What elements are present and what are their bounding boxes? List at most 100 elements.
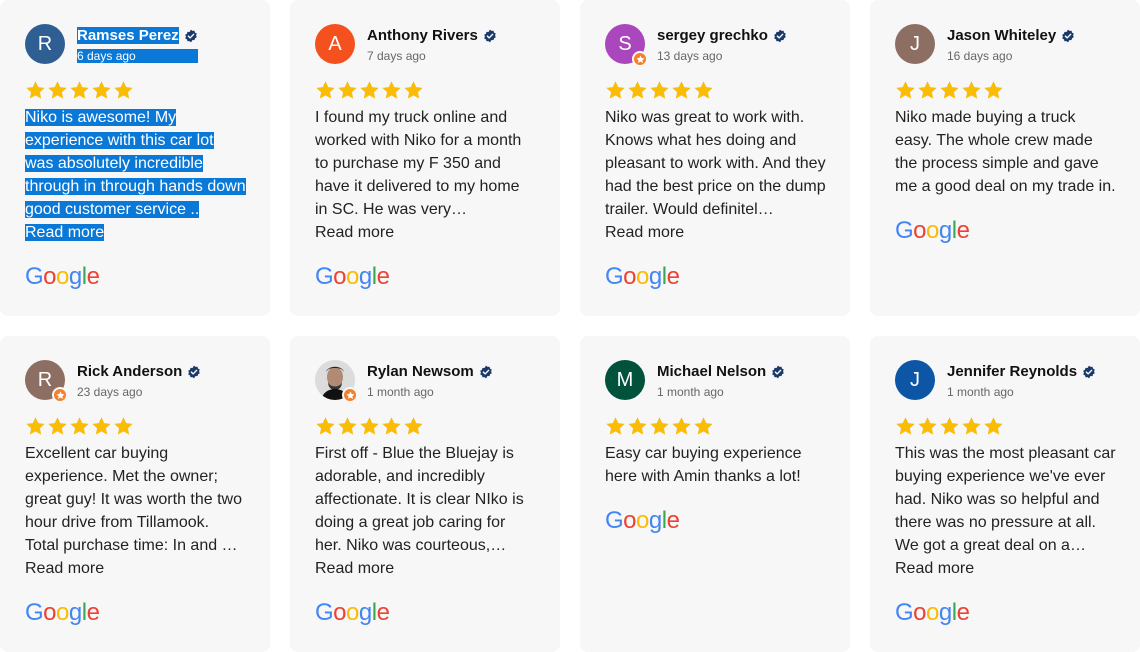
star-icon (896, 417, 915, 435)
verified-icon (774, 29, 786, 42)
avatar-initial: R (37, 368, 53, 391)
reviewer-meta: sergey grechko 13 days ago (657, 26, 787, 63)
star-icon (940, 81, 959, 99)
verified-icon (484, 29, 496, 42)
reviewer-name[interactable]: Jason Whiteley (947, 27, 1056, 44)
star-icon (360, 81, 379, 99)
star-icon (940, 417, 959, 435)
review-date: 1 month ago (947, 384, 1014, 399)
review-card-6: Rylan Newsom 1 month ago First off - Blu… (290, 336, 560, 652)
svg-text:Google: Google (605, 263, 680, 290)
read-more-link[interactable]: Read more (25, 557, 246, 580)
read-more-link[interactable]: Read more (605, 221, 826, 244)
reviewer-name[interactable]: Rylan Newsom (367, 363, 474, 380)
review-date: 7 days ago (367, 48, 426, 63)
review-text: Excellent car buying experience. Met the… (25, 445, 242, 554)
star-icon (606, 417, 625, 435)
google-logo: Google (895, 598, 1116, 628)
star-icon (360, 417, 379, 435)
review-body: First off - Blue the Bluejay is adorable… (315, 442, 536, 580)
star-rating (895, 416, 1116, 436)
avatar-initial: M (616, 368, 634, 391)
review-date: 13 days ago (657, 48, 723, 63)
star-icon (650, 81, 669, 99)
reviewer-avatar[interactable]: J (895, 360, 935, 400)
star-icon (48, 81, 67, 99)
reviewer-meta: Michael Nelson 1 month ago (657, 362, 785, 399)
review-text: Niko made buying a truck easy. The whole… (895, 109, 1116, 195)
review-body: Easy car buying experience here with Ami… (605, 442, 826, 488)
reviewer-name[interactable]: Jennifer Reynolds (947, 363, 1077, 380)
read-more-link[interactable]: Read more (895, 557, 1116, 580)
svg-text:Google: Google (25, 599, 100, 626)
name-row: Rick Anderson (77, 362, 201, 382)
google-logo-icon: Google (25, 263, 100, 290)
review-text: Niko is awesome! My experience with this… (25, 106, 246, 221)
read-more-link[interactable]: Read more (315, 221, 536, 244)
reviewer-name[interactable]: sergey grechko (657, 27, 768, 44)
star-icon (918, 81, 937, 99)
review-text: Easy car buying experience here with Ami… (605, 445, 802, 485)
review-card-7: M Michael Nelson 1 month ago Easy car bu… (580, 336, 850, 652)
star-icon (628, 81, 647, 99)
reviewer-meta: Jason Whiteley 16 days ago (947, 26, 1075, 63)
reviewer-avatar[interactable]: J (895, 24, 935, 64)
name-row: Ramses Perez (77, 26, 198, 46)
google-logo: Google (315, 598, 536, 628)
star-icon (672, 417, 691, 435)
star-icon (382, 417, 401, 435)
avatar-initial: J (910, 32, 920, 55)
google-logo-icon: Google (315, 599, 390, 626)
reviewer-name[interactable]: Michael Nelson (657, 363, 766, 380)
review-date: 1 month ago (657, 384, 724, 399)
google-logo-icon: Google (605, 507, 680, 534)
read-more-link[interactable]: Read more (315, 557, 536, 580)
reviewer-name[interactable]: Anthony Rivers (367, 27, 478, 44)
star-icon (338, 417, 357, 435)
star-icon (694, 417, 713, 435)
reviewer-avatar[interactable]: S (605, 24, 648, 67)
star-icon (984, 417, 1003, 435)
reviewer-meta: Rylan Newsom 1 month ago (367, 362, 493, 399)
review-card-1: R Ramses Perez 6 days ago Niko is awesom… (0, 0, 270, 316)
star-icon (92, 417, 111, 435)
star-icon (984, 81, 1003, 99)
review-date: 16 days ago (947, 48, 1013, 63)
reviewer-avatar[interactable]: A (315, 24, 355, 64)
star-rating (25, 80, 246, 100)
google-logo: Google (25, 598, 246, 628)
reviewer-name[interactable]: Ramses Perez (77, 27, 179, 44)
read-more-link[interactable]: Read more (25, 221, 246, 244)
review-header: A Anthony Rivers 7 days ago (315, 24, 536, 64)
reviewer-avatar[interactable]: M (605, 360, 645, 400)
name-row: Rylan Newsom (367, 362, 493, 382)
google-logo-icon: Google (895, 599, 970, 626)
reviewer-name[interactable]: Rick Anderson (77, 363, 182, 380)
star-icon (338, 81, 357, 99)
reviewer-avatar[interactable]: R (25, 360, 68, 403)
star-icon (26, 81, 45, 99)
svg-text:Google: Google (315, 263, 390, 290)
google-logo: Google (895, 216, 1116, 246)
svg-text:Google: Google (895, 217, 970, 244)
google-logo: Google (315, 262, 536, 292)
reviewer-avatar[interactable] (315, 360, 358, 403)
reviews-grid: R Ramses Perez 6 days ago Niko is awesom… (0, 0, 1140, 652)
review-header: R Ramses Perez 6 days ago (25, 24, 246, 64)
verified-icon (1062, 29, 1074, 42)
svg-text:Google: Google (895, 599, 970, 626)
star-icon (962, 81, 981, 99)
star-icon (316, 81, 335, 99)
reviewer-avatar[interactable]: R (25, 24, 65, 64)
star-icon (70, 417, 89, 435)
svg-text:Google: Google (605, 507, 680, 534)
star-rating (605, 80, 826, 100)
svg-text:Google: Google (315, 599, 390, 626)
review-header: S sergey grechko 13 days ago (605, 24, 826, 67)
google-logo-icon: Google (315, 263, 390, 290)
avatar-initial: S (618, 32, 632, 55)
star-icon (92, 81, 111, 99)
verified-icon (184, 29, 197, 42)
local-guide-badge-icon (52, 387, 68, 403)
review-text: This was the most pleasant car buying ex… (895, 445, 1116, 554)
